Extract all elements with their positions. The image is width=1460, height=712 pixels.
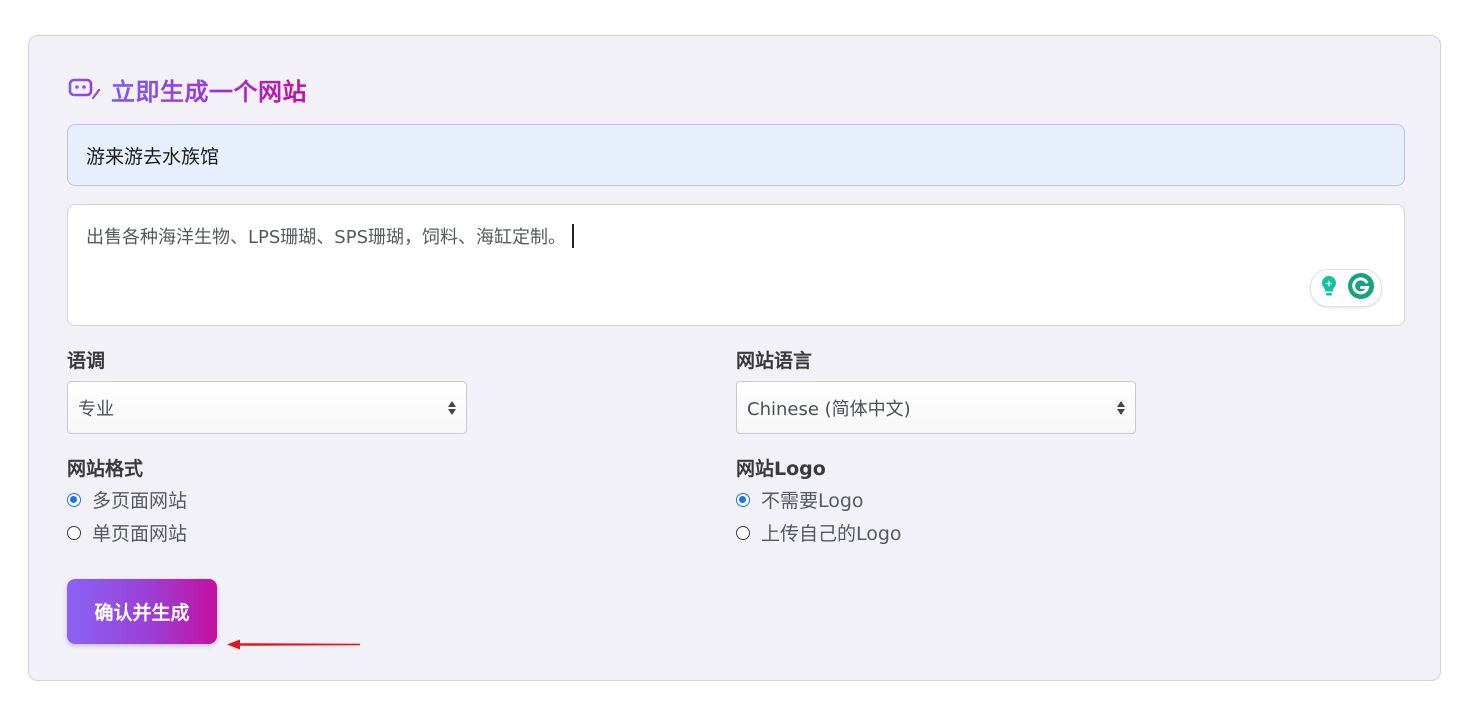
language-label: 网站语言 (736, 350, 813, 372)
radio-button[interactable] (736, 492, 750, 507)
logo-option-upload[interactable]: 上传自己的Logo (736, 519, 902, 546)
select-arrows-icon (1117, 400, 1125, 415)
grammarly-widget[interactable] (1310, 269, 1382, 307)
description-text: 出售各种海洋生物、LPS珊瑚、SPS珊瑚，饲料、海缸定制。 (86, 223, 574, 249)
robot-icon (66, 72, 101, 106)
radio-button[interactable] (67, 525, 81, 540)
select-arrows-icon (448, 400, 456, 415)
confirm-generate-button[interactable]: 确认并生成 (67, 579, 217, 644)
lightbulb-icon[interactable] (1317, 274, 1341, 302)
tone-select-value: 专业 (78, 398, 114, 420)
language-select[interactable]: Chinese (简体中文) (736, 381, 1136, 434)
tone-select[interactable]: 专业 (67, 381, 467, 434)
red-arrow-icon (227, 636, 362, 655)
generate-website-card: 立即生成一个网站 出售各种海洋生物、LPS珊瑚、SPS珊瑚，饲料、海缸定制。 (28, 35, 1441, 681)
format-label: 网站格式 (67, 458, 144, 480)
logo-option-label: 上传自己的Logo (761, 523, 902, 545)
logo-label: 网站Logo (736, 458, 826, 480)
card-title: 立即生成一个网站 (66, 72, 307, 107)
card-title-text: 立即生成一个网站 (111, 72, 307, 107)
format-option-multi-page[interactable]: 多页面网站 (67, 486, 187, 513)
tone-label: 语调 (67, 350, 106, 372)
radio-button[interactable] (736, 525, 750, 540)
logo-option-label: 不需要Logo (761, 490, 864, 512)
website-description-textarea[interactable]: 出售各种海洋生物、LPS珊瑚、SPS珊瑚，饲料、海缸定制。 (67, 204, 1405, 326)
format-option-label: 单页面网站 (92, 523, 188, 545)
description-value: 出售各种海洋生物、LPS珊瑚、SPS珊瑚，饲料、海缸定制。 (86, 227, 567, 248)
text-caret (572, 224, 574, 248)
format-option-single-page[interactable]: 单页面网站 (67, 519, 187, 546)
grammarly-icon[interactable] (1347, 272, 1375, 304)
format-option-label: 多页面网站 (92, 490, 188, 512)
radio-button[interactable] (67, 492, 81, 507)
language-select-value: Chinese (简体中文) (747, 398, 911, 420)
website-name-input[interactable] (67, 124, 1405, 186)
logo-option-none[interactable]: 不需要Logo (736, 486, 864, 513)
